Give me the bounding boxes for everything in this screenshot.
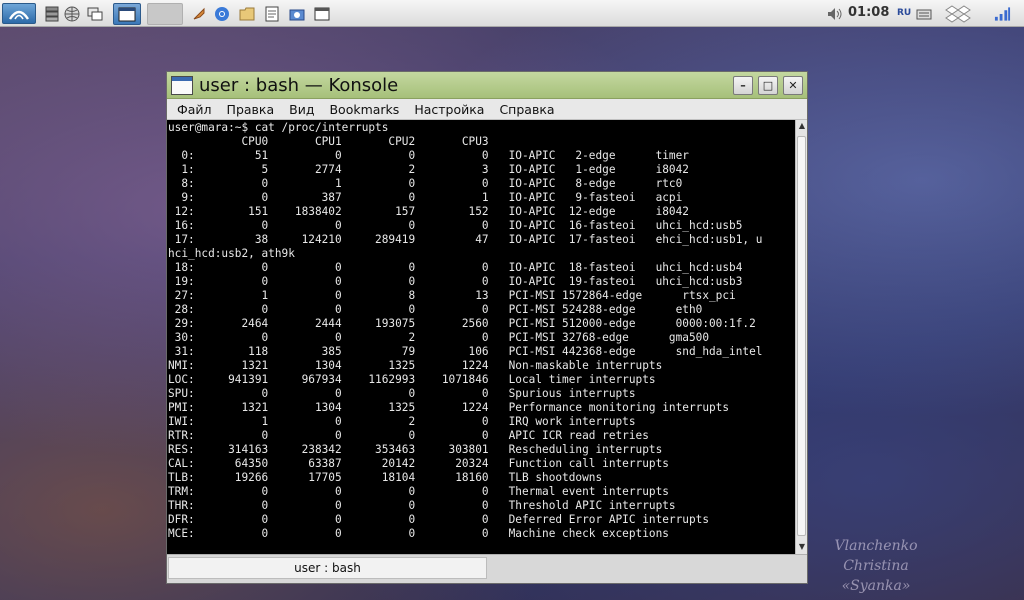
terminal-scrollbar[interactable]: ▲ ▼ bbox=[795, 120, 807, 554]
keyboard-icon[interactable] bbox=[915, 5, 932, 22]
start-menu-icon bbox=[8, 10, 30, 20]
keyboard-layout-indicator[interactable]: RU bbox=[897, 8, 911, 18]
top-panel: 01:08 RU bbox=[0, 0, 1024, 27]
text-editor-icon[interactable] bbox=[263, 5, 280, 22]
close-icon: ✕ bbox=[788, 79, 798, 92]
wallpaper-signature-line1: Vlanchenko Christina bbox=[834, 538, 918, 574]
terminal-line: 19: 0 0 0 0 IO-APIC 19-fasteoi uhci_hcd:… bbox=[168, 275, 743, 288]
terminal-line: 18: 0 0 0 0 IO-APIC 18-fasteoi uhci_hcd:… bbox=[168, 261, 743, 274]
terminal-line: RES: 314163 238342 353463 303801 Resched… bbox=[168, 443, 663, 456]
menu-bar: Файл Правка Вид Bookmarks Настройка Спра… bbox=[167, 99, 807, 120]
menu-view[interactable]: Вид bbox=[289, 102, 314, 117]
scroll-up-arrow-icon[interactable]: ▲ bbox=[797, 121, 807, 131]
chrome-icon[interactable] bbox=[213, 5, 230, 22]
terminal-line: LOC: 941391 967934 1162993 1071846 Local… bbox=[168, 373, 656, 386]
clock[interactable]: 01:08 bbox=[848, 5, 889, 20]
terminal-line: 28: 0 0 0 0 PCI-MSI 524288-edge eth0 bbox=[168, 303, 703, 316]
terminal-line: IWI: 1 0 2 0 IRQ work interrupts bbox=[168, 415, 636, 428]
terminal-line: CPU0 CPU1 CPU2 CPU3 bbox=[168, 135, 489, 148]
terminal-line: SPU: 0 0 0 0 Spurious interrupts bbox=[168, 387, 636, 400]
terminal-line: 12: 151 1838402 157 152 IO-APIC 12-edge … bbox=[168, 205, 689, 218]
menu-settings[interactable]: Настройка bbox=[414, 102, 484, 117]
maximize-button[interactable]: □ bbox=[758, 76, 778, 95]
windows-icon[interactable] bbox=[86, 5, 103, 22]
terminal-line: TLB: 19266 17705 18104 18160 TLB shootdo… bbox=[168, 471, 603, 484]
terminal-line: 1: 5 2774 2 3 IO-APIC 1-edge i8042 bbox=[168, 163, 689, 176]
menu-bookmarks[interactable]: Bookmarks bbox=[329, 102, 399, 117]
minimize-button[interactable]: – bbox=[733, 76, 753, 95]
terminal-line: 8: 0 1 0 0 IO-APIC 8-edge rtc0 bbox=[168, 177, 683, 190]
start-menu-button[interactable] bbox=[2, 3, 36, 24]
network-signal-icon[interactable] bbox=[994, 5, 1011, 22]
taskbar-konsole-button[interactable] bbox=[113, 3, 141, 25]
wallpaper-signature-line2: «Syanka» bbox=[841, 578, 911, 594]
terminal-line: 17: 38 124210 289419 47 IO-APIC 17-faste… bbox=[168, 233, 763, 246]
terminal-line: 9: 0 387 0 1 IO-APIC 9-fasteoi acpi bbox=[168, 191, 683, 204]
terminal-line: 31: 118 385 79 106 PCI-MSI 442368-edge s… bbox=[168, 345, 763, 358]
terminal-output[interactable]: user@mara:~$ cat /proc/interrupts CPU0 C… bbox=[167, 120, 795, 554]
taskbar-empty-slot[interactable] bbox=[147, 3, 183, 25]
scrollbar-thumb[interactable] bbox=[797, 136, 806, 536]
dropbox-icon[interactable] bbox=[944, 4, 972, 23]
window-icon bbox=[118, 7, 136, 21]
files-icon[interactable] bbox=[43, 5, 60, 22]
launcher-tool-icon[interactable] bbox=[190, 5, 207, 22]
maximize-icon: □ bbox=[762, 79, 774, 92]
terminal-line: PMI: 1321 1304 1325 1224 Performance mon… bbox=[168, 401, 730, 414]
terminal-line: user@mara:~$ cat /proc/interrupts bbox=[168, 121, 389, 134]
tab-bar: user : bash bbox=[167, 554, 807, 583]
terminal-line: NMI: 1321 1304 1325 1224 Non-maskable in… bbox=[168, 359, 663, 372]
menu-edit[interactable]: Правка bbox=[227, 102, 275, 117]
browser-icon[interactable] bbox=[63, 5, 80, 22]
terminal-line: DFR: 0 0 0 0 Deferred Error APIC interru… bbox=[168, 513, 709, 526]
terminal-line: 30: 0 0 2 0 PCI-MSI 32768-edge gma500 bbox=[168, 331, 709, 344]
terminal-line: CAL: 64350 63387 20142 20324 Function ca… bbox=[168, 457, 669, 470]
app-icon[interactable] bbox=[171, 76, 193, 95]
folder-icon[interactable] bbox=[238, 5, 255, 22]
terminal-line: 29: 2464 2444 193075 2560 PCI-MSI 512000… bbox=[168, 317, 756, 330]
minimize-icon: – bbox=[740, 79, 746, 92]
terminal-line: MCE: 0 0 0 0 Machine check exceptions bbox=[168, 527, 669, 540]
terminal-line: 27: 1 0 8 13 PCI-MSI 1572864-edge rtsx_p… bbox=[168, 289, 736, 302]
terminal-line: 16: 0 0 0 0 IO-APIC 16-fasteoi uhci_hcd:… bbox=[168, 219, 743, 232]
terminal-line: RTR: 0 0 0 0 APIC ICR read retries bbox=[168, 429, 649, 442]
konsole-window: user : bash — Konsole – □ ✕ Файл Правка … bbox=[166, 71, 808, 584]
terminal-line: 0: 51 0 0 0 IO-APIC 2-edge timer bbox=[168, 149, 689, 162]
menu-help[interactable]: Справка bbox=[499, 102, 554, 117]
scroll-down-arrow-icon[interactable]: ▼ bbox=[797, 542, 807, 552]
close-button[interactable]: ✕ bbox=[783, 76, 803, 95]
window-titlebar[interactable]: user : bash — Konsole – □ ✕ bbox=[167, 72, 807, 99]
wallpaper-signature: Vlanchenko Christina «Syanka» bbox=[806, 536, 946, 596]
tab-user-bash[interactable]: user : bash bbox=[168, 557, 487, 579]
speaker-icon[interactable] bbox=[826, 5, 843, 22]
terminal-line: hci_hcd:usb2, ath9k bbox=[168, 247, 295, 260]
terminal-line: TRM: 0 0 0 0 Thermal event interrupts bbox=[168, 485, 669, 498]
screenshot-icon[interactable] bbox=[288, 5, 305, 22]
menu-file[interactable]: Файл bbox=[177, 102, 212, 117]
window-title: user : bash — Konsole bbox=[199, 75, 399, 96]
window-list-icon[interactable] bbox=[313, 5, 330, 22]
terminal-line: THR: 0 0 0 0 Threshold APIC interrupts bbox=[168, 499, 676, 512]
